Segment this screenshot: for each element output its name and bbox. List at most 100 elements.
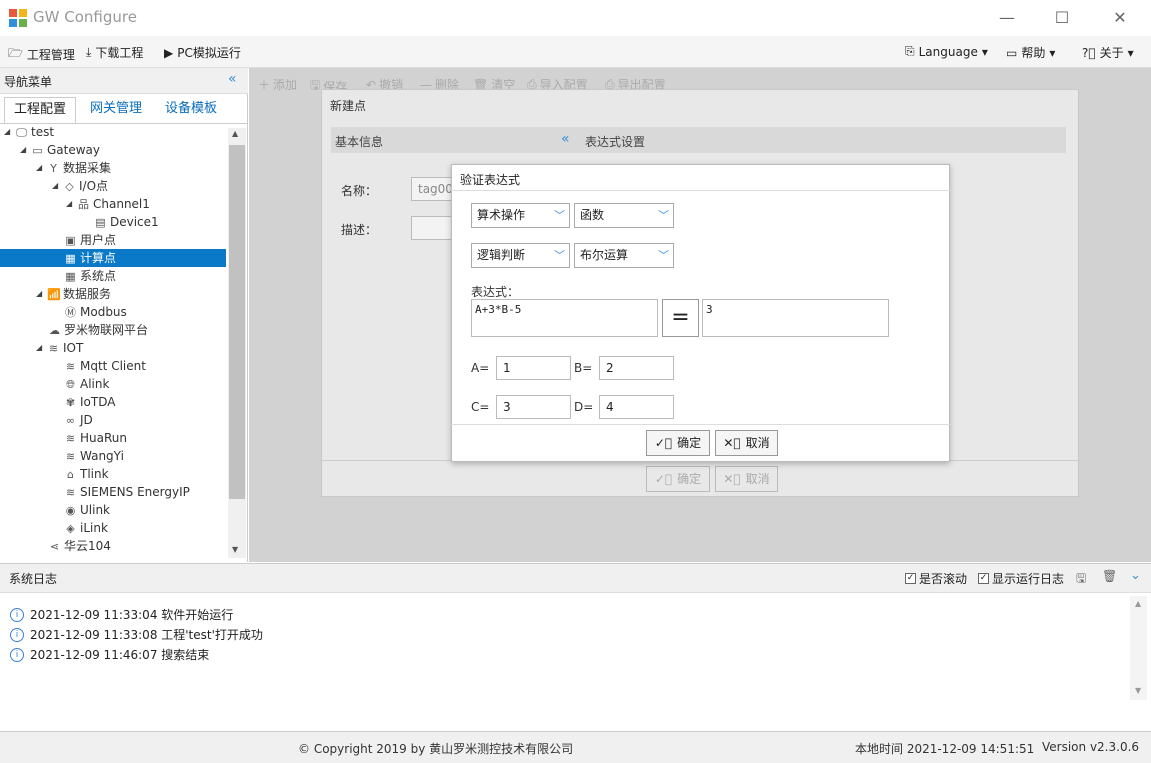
tab-project-config[interactable]: 工程配置: [4, 97, 76, 123]
tree-node-mqtt-client[interactable]: ≋ Mqtt Client: [64, 357, 146, 375]
tree-label: Ulink: [80, 503, 111, 517]
menu-simulate[interactable]: ▶ PC模拟运行: [164, 44, 241, 61]
var-a-input[interactable]: 1: [496, 356, 571, 380]
tree-node-data-collect[interactable]: ◢ Y 数据采集: [36, 159, 111, 177]
toolbar-add[interactable]: ＋添加: [258, 76, 297, 93]
caret-down-icon: ▾: [981, 44, 988, 59]
tree-label: iLink: [80, 521, 108, 535]
checkbox-checked-icon: ✓: [905, 573, 916, 584]
scroll-up-icon[interactable]: ▲: [1135, 599, 1141, 608]
menu-help[interactable]: ▭ 帮助 ▾: [1006, 44, 1055, 61]
arith-select[interactable]: 算术操作 ﹀: [471, 203, 570, 228]
trash-icon[interactable]: 🗑: [1102, 569, 1117, 583]
tab-gateway-manage[interactable]: 网关管理: [80, 97, 152, 123]
modbus-icon: Ⓜ: [65, 305, 76, 319]
logic-select[interactable]: 逻辑判断 ﹀: [471, 243, 570, 268]
tab-device-template[interactable]: 设备模板: [160, 97, 222, 123]
menu-language[interactable]: ⎘ Language ▾: [905, 44, 988, 59]
new-point-ok-button[interactable]: ✓⃝ 确定: [646, 466, 710, 492]
title-bar: [0, 0, 1151, 36]
collapse-down-icon[interactable]: ⌄: [1130, 568, 1141, 583]
info-icon: i: [10, 607, 24, 622]
app-title: GW Configure: [33, 8, 137, 26]
dialog-divider: [451, 190, 950, 191]
tree-label: Alink: [80, 377, 110, 391]
result-output[interactable]: 3: [702, 299, 889, 337]
scroll-down-icon[interactable]: ▼: [232, 545, 238, 554]
scroll-up-icon[interactable]: ▲: [232, 129, 238, 138]
tree-node-user-point[interactable]: ▣ 用户点: [64, 231, 116, 249]
log-text: 2021-12-09 11:33:04 软件开始运行: [30, 608, 234, 622]
var-c-input[interactable]: 3: [496, 395, 571, 419]
tree-node-channel1[interactable]: ◢ 品 Channel1: [66, 195, 150, 213]
device-icon: ▤: [95, 215, 106, 229]
nav-scrollbar-thumb[interactable]: [229, 145, 245, 499]
menu-about-label: 关于: [1099, 46, 1124, 60]
ulink-icon: ◉: [65, 503, 76, 517]
tree-label: 罗米物联网平台: [64, 323, 149, 337]
cancel-circle-icon: ✕⃝: [723, 472, 741, 486]
tree-node-lomi-platform[interactable]: ☁ 罗米物联网平台: [48, 321, 148, 339]
var-b-input[interactable]: 2: [599, 356, 674, 380]
tree-node-siemens[interactable]: ≋ SIEMENS EnergyIP: [64, 483, 190, 501]
name-field[interactable]: tag000: [411, 177, 461, 201]
tree-label: 华云104: [64, 539, 111, 553]
tree-node-iot[interactable]: ◢ ≋ IOT: [36, 339, 83, 357]
tree-node-huayun104[interactable]: ⋖ 华云104: [48, 537, 111, 555]
tree-label: test: [31, 125, 55, 139]
tree-node-iotda[interactable]: ✾ IoTDA: [64, 393, 116, 411]
cancel-label: 取消: [745, 436, 770, 450]
menu-about[interactable]: ?⃝ 关于 ▾: [1082, 44, 1134, 61]
tree-node-device1[interactable]: ▤ Device1: [94, 213, 159, 231]
scroll-down-icon[interactable]: ▼: [1135, 686, 1141, 695]
tree-node-data-service[interactable]: ◢ 📶 数据服务: [36, 285, 111, 303]
chevron-left-icon[interactable]: «: [561, 131, 570, 147]
tree-label: Mqtt Client: [80, 359, 146, 373]
menu-project[interactable]: 🗁 工程管理: [8, 44, 75, 65]
tree-node-alink[interactable]: 🌐︎ Alink: [64, 375, 109, 393]
tree-label: Device1: [110, 215, 159, 229]
globe-icon: 🌐︎: [66, 377, 75, 391]
new-point-cancel-button[interactable]: ✕⃝ 取消: [715, 466, 778, 492]
check-circle-icon: ✓⃝: [654, 436, 673, 450]
expression-input[interactable]: A+3*B-5: [471, 299, 658, 337]
verify-ok-button[interactable]: ✓⃝ 确定: [646, 430, 710, 456]
log-scrollbar[interactable]: [1130, 596, 1147, 700]
collapse-icon[interactable]: «: [228, 71, 237, 87]
minimize-button[interactable]: —: [987, 6, 1027, 30]
tree-node-wangyi[interactable]: ≋ WangYi: [64, 447, 124, 465]
desc-field[interactable]: [411, 216, 456, 240]
tree-node-ilink[interactable]: ◈ iLink: [64, 519, 108, 537]
tree-node-test[interactable]: ◢ 🖵 test: [4, 123, 54, 141]
maximize-button[interactable]: ☐: [1042, 6, 1082, 30]
function-select[interactable]: 函数 ﹀: [574, 203, 674, 228]
tree-node-tlink[interactable]: ⌂ Tlink: [64, 465, 109, 483]
tree-label: 系统点: [80, 269, 117, 283]
tree-node-system-point[interactable]: ▦ 系统点: [64, 267, 116, 285]
question-icon: ?⃝: [1082, 45, 1096, 60]
tree-node-huarun[interactable]: ≋ HuaRun: [64, 429, 127, 447]
tree-node-ulink[interactable]: ◉ Ulink: [64, 501, 110, 519]
boolean-select[interactable]: 布尔运算 ﹀: [574, 243, 674, 268]
tree-label: SIEMENS EnergyIP: [80, 485, 190, 499]
menu-download[interactable]: ⤓ 下载工程: [86, 44, 143, 61]
verify-cancel-button[interactable]: ✕⃝ 取消: [715, 430, 778, 456]
chevron-down-icon: ﹀: [658, 249, 669, 262]
tree-node-gateway[interactable]: ◢ ▭ Gateway: [20, 141, 100, 159]
var-d-input[interactable]: 4: [599, 395, 674, 419]
language-icon: ⎘: [905, 44, 915, 58]
tree-node-jd[interactable]: ∞ JD: [64, 411, 93, 429]
caret-down-icon: ▾: [1127, 45, 1134, 60]
show-run-log-checkbox[interactable]: ✓ 显示运行日志: [978, 570, 1064, 587]
tree-label: 数据采集: [63, 161, 112, 175]
tree-node-io-point[interactable]: ◢ ◇ I/O点: [52, 177, 108, 195]
close-button[interactable]: ✕: [1100, 6, 1140, 30]
evaluate-button[interactable]: =: [662, 299, 699, 337]
tree-node-modbus[interactable]: Ⓜ Modbus: [64, 303, 127, 321]
tree-node-calc-point[interactable]: ▦ 计算点: [0, 249, 226, 267]
save-log-icon[interactable]: 🖫: [1076, 569, 1086, 590]
share-icon: ⋖: [49, 539, 60, 553]
download-icon: ⤓: [86, 45, 92, 59]
select-value: 函数: [580, 208, 605, 222]
auto-scroll-checkbox[interactable]: ✓ 是否滚动: [905, 570, 967, 587]
